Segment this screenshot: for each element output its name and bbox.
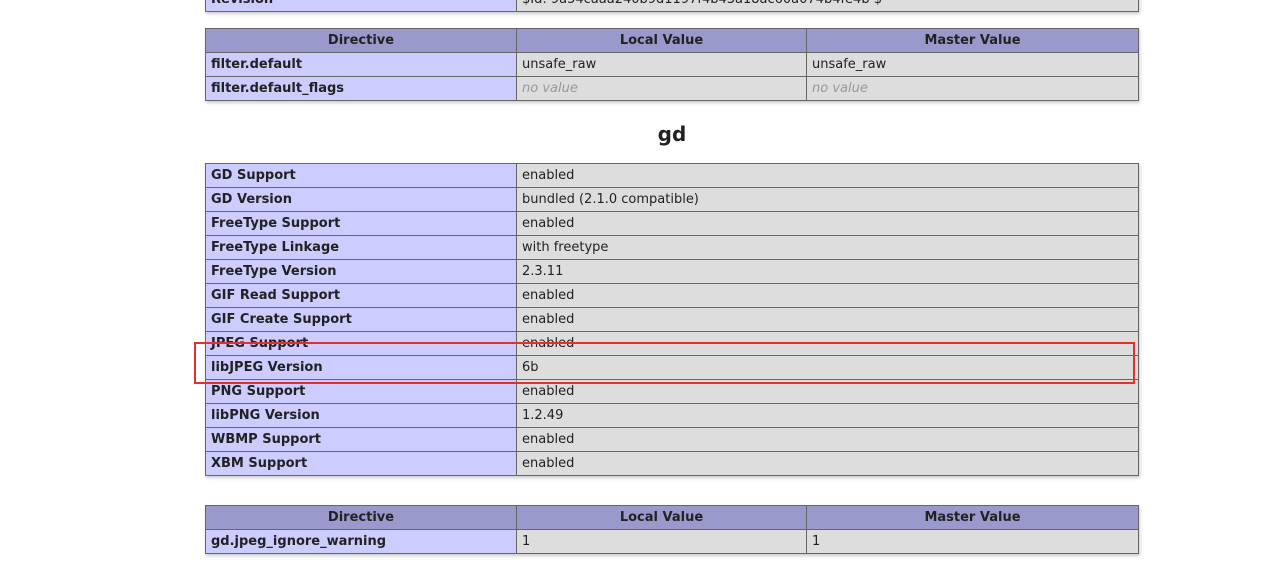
info-value: 2.3.11 — [516, 259, 1139, 284]
table-row: gd.jpeg_ignore_warning 1 1 — [205, 529, 1139, 554]
info-value: enabled — [516, 379, 1139, 404]
info-label: libJPEG Version — [205, 355, 517, 380]
table-row: FreeType Linkage with freetype — [205, 235, 1139, 260]
gd-info-table: GD Support enabled GD Version bundled (2.1… — [205, 163, 1139, 476]
master-value: unsafe_raw — [806, 52, 1139, 77]
info-value: 1.2.49 — [516, 403, 1139, 428]
info-value: enabled — [516, 451, 1139, 476]
table-row: libJPEG Version 6b — [205, 355, 1139, 380]
revision-label: Revision — [205, 0, 517, 12]
info-label: JPEG Support — [205, 331, 517, 356]
info-value: enabled — [516, 307, 1139, 332]
table-row: Revision $Id: 9a54caaa240b9d1197f4b43a18… — [205, 0, 1139, 12]
no-value-text: no value — [812, 81, 868, 96]
info-label: libPNG Version — [205, 403, 517, 428]
local-value: 1 — [516, 529, 807, 554]
table-row: GIF Create Support enabled — [205, 307, 1139, 332]
info-label: FreeType Support — [205, 211, 517, 236]
info-label: GIF Create Support — [205, 307, 517, 332]
info-label: FreeType Linkage — [205, 235, 517, 260]
table-row: PNG Support enabled — [205, 379, 1139, 404]
table-row: FreeType Version 2.3.11 — [205, 259, 1139, 284]
table-row: filter.default_flags no value no value — [205, 76, 1139, 101]
local-value: no value — [516, 76, 807, 101]
header-directive: Directive — [205, 505, 517, 530]
table-row: filter.default unsafe_raw unsafe_raw — [205, 52, 1139, 77]
master-value: 1 — [806, 529, 1139, 554]
info-label: WBMP Support — [205, 427, 517, 452]
header-local-value: Local Value — [516, 28, 807, 53]
table-header-row: Directive Local Value Master Value — [205, 28, 1139, 53]
table-row: WBMP Support enabled — [205, 427, 1139, 452]
info-value: enabled — [516, 331, 1139, 356]
header-master-value: Master Value — [806, 28, 1139, 53]
directive-name: filter.default_flags — [205, 76, 517, 101]
directive-name: gd.jpeg_ignore_warning — [205, 529, 517, 554]
master-value: no value — [806, 76, 1139, 101]
section-title-text: gd — [657, 122, 687, 146]
info-label: XBM Support — [205, 451, 517, 476]
info-label: GIF Read Support — [205, 283, 517, 308]
table-row: XBM Support enabled — [205, 451, 1139, 476]
info-label: GD Version — [205, 187, 517, 212]
directive-name: filter.default — [205, 52, 517, 77]
local-value: unsafe_raw — [516, 52, 807, 77]
info-value: enabled — [516, 163, 1139, 188]
header-directive: Directive — [205, 28, 517, 53]
info-label: FreeType Version — [205, 259, 517, 284]
section-title-gd[interactable]: gd — [205, 119, 1139, 149]
revision-value: $Id: 9a54caaa240b9d1197f4b43a18ac60a074b… — [516, 0, 1139, 12]
table-row: GD Version bundled (2.1.0 compatible) — [205, 187, 1139, 212]
table-header-row: Directive Local Value Master Value — [205, 505, 1139, 530]
table-row: GIF Read Support enabled — [205, 283, 1139, 308]
info-value: enabled — [516, 211, 1139, 236]
table-row: libPNG Version 1.2.49 — [205, 403, 1139, 428]
info-label: GD Support — [205, 163, 517, 188]
table-row: GD Support enabled — [205, 163, 1139, 188]
info-value: with freetype — [516, 235, 1139, 260]
no-value-text: no value — [522, 81, 578, 96]
info-value: enabled — [516, 427, 1139, 452]
table-row: JPEG Support enabled — [205, 331, 1139, 356]
header-master-value: Master Value — [806, 505, 1139, 530]
info-value: 6b — [516, 355, 1139, 380]
table-row: FreeType Support enabled — [205, 211, 1139, 236]
revision-table: Revision $Id: 9a54caaa240b9d1197f4b43a18… — [205, 0, 1139, 12]
info-value: bundled (2.1.0 compatible) — [516, 187, 1139, 212]
info-label: PNG Support — [205, 379, 517, 404]
filter-directives-table: Directive Local Value Master Value filte… — [205, 28, 1139, 101]
info-value: enabled — [516, 283, 1139, 308]
gd-directives-table: Directive Local Value Master Value gd.jp… — [205, 505, 1139, 554]
header-local-value: Local Value — [516, 505, 807, 530]
